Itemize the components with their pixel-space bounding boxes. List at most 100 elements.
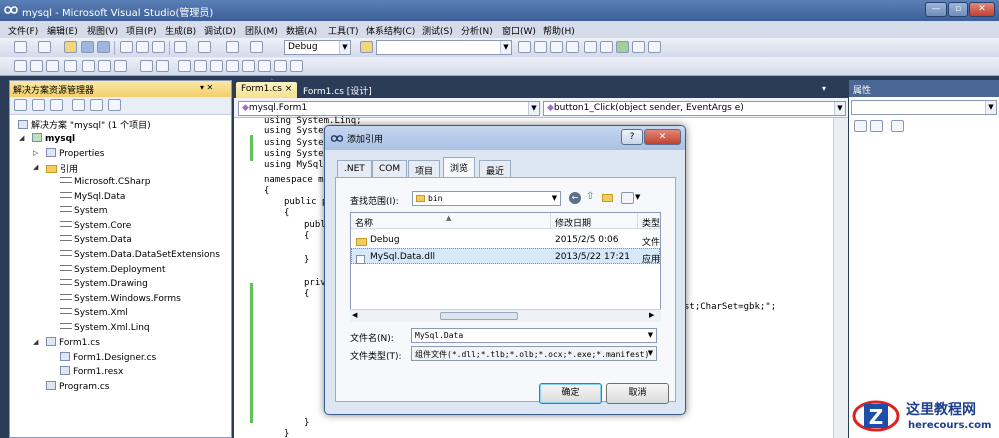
toolbar-overflow-icon[interactable]: [290, 60, 303, 72]
file-row[interactable]: Debug 2015/2/5 0:06 文件: [351, 232, 660, 248]
menu-build[interactable]: 生成(B): [165, 24, 196, 37]
tree-form-child[interactable]: Form1.Designer.cs: [60, 352, 156, 363]
property-pages-icon[interactable]: [891, 120, 904, 132]
help-button[interactable]: ?: [621, 129, 643, 145]
solution-explorer-icon[interactable]: [534, 41, 547, 53]
object-browser-icon[interactable]: [566, 41, 579, 53]
menu-project[interactable]: 项目(P): [126, 24, 156, 37]
menu-architecture[interactable]: 体系结构(C): [366, 24, 415, 37]
filename-input[interactable]: MySql.Data ▼: [411, 328, 657, 343]
tree-reference-item[interactable]: System.Xml: [60, 308, 128, 318]
class-combo[interactable]: ◆mysql.Form1 ▼: [238, 101, 540, 116]
view-menu-chevron-icon[interactable]: ▼: [635, 193, 640, 201]
categorized-icon[interactable]: [854, 120, 867, 132]
toolbox-icon[interactable]: [584, 41, 597, 53]
tree-form-child[interactable]: Form1.resx: [60, 366, 123, 377]
add-item-icon[interactable]: [38, 41, 51, 53]
menu-edit[interactable]: 编辑(E): [47, 24, 78, 37]
refresh-icon[interactable]: [50, 99, 63, 111]
copy-icon[interactable]: [136, 41, 149, 53]
save-all-icon[interactable]: [97, 41, 110, 53]
tree-references-folder[interactable]: 引用: [46, 162, 78, 175]
menu-view[interactable]: 视图(V): [87, 24, 118, 37]
solution-config-combo[interactable]: Debug ▼: [284, 40, 351, 55]
close-dialog-button[interactable]: ✕: [644, 129, 681, 145]
navigate-forward-icon[interactable]: [250, 41, 263, 53]
tree-reference-item[interactable]: System.Core: [60, 221, 131, 231]
vertical-spacing-icon[interactable]: [156, 60, 169, 72]
tree-form1[interactable]: Form1.cs: [46, 337, 100, 348]
tree-program[interactable]: Program.cs: [46, 381, 109, 392]
redo-icon[interactable]: [198, 41, 211, 53]
tab-com[interactable]: COM: [372, 160, 408, 177]
menu-help[interactable]: 帮助(H): [543, 24, 575, 37]
layout-options-icon[interactable]: [274, 60, 287, 72]
properties-icon[interactable]: [14, 99, 27, 111]
new-project-icon[interactable]: [14, 41, 27, 53]
tab-dotnet[interactable]: .NET: [337, 160, 372, 177]
view-designer-icon[interactable]: [90, 99, 103, 111]
toolbar-options-icon[interactable]: [648, 41, 661, 53]
collapsed-triangle-icon[interactable]: ▷: [33, 149, 38, 157]
command-window-icon[interactable]: [632, 41, 645, 53]
maximize-button[interactable]: ▫: [948, 2, 968, 17]
panel-pin-close-controls[interactable]: ▾ ✕: [200, 83, 213, 92]
tab-project[interactable]: 项目: [408, 160, 441, 177]
lookin-combo[interactable]: bin ▼: [412, 191, 561, 206]
menu-analyze[interactable]: 分析(N): [461, 24, 493, 37]
menu-tools[interactable]: 工具(T): [328, 24, 359, 37]
menu-test[interactable]: 测试(S): [422, 24, 453, 37]
view-code-icon[interactable]: [72, 99, 85, 111]
column-header-name[interactable]: 名称 ▲: [351, 213, 551, 229]
file-row-selected[interactable]: MySql.Data.dll 2013/5/22 17:21 应用: [351, 248, 660, 265]
member-combo[interactable]: ◆button1_Click(object sender, EventArgs …: [543, 101, 846, 116]
find-icon[interactable]: [518, 41, 531, 53]
tree-reference-item[interactable]: System.Deployment: [60, 265, 165, 275]
navigate-backward-icon[interactable]: [226, 41, 239, 53]
menu-debug[interactable]: 调试(D): [204, 24, 236, 37]
align-rights-icon[interactable]: [46, 60, 59, 72]
tree-reference-item[interactable]: System: [60, 206, 108, 216]
tab-form1-designer[interactable]: Form1.cs [设计]: [298, 82, 377, 98]
tree-reference-item[interactable]: MySql.Data: [60, 192, 125, 202]
make-same-width-icon[interactable]: [114, 60, 127, 72]
tree-project[interactable]: mysql: [32, 133, 75, 144]
horizontal-spacing-icon[interactable]: [140, 60, 153, 72]
class-diagram-icon[interactable]: [108, 99, 121, 111]
expanded-triangle-icon[interactable]: ◢: [19, 134, 24, 142]
align-lefts-icon[interactable]: [14, 60, 27, 72]
tab-recent[interactable]: 最近: [479, 160, 512, 177]
tree-reference-item[interactable]: System.Data.DataSetExtensions: [60, 250, 220, 260]
new-folder-icon[interactable]: [602, 194, 613, 202]
tab-list-chevron-icon[interactable]: ▾: [822, 84, 826, 93]
save-icon[interactable]: [81, 41, 94, 53]
tab-order-icon[interactable]: [242, 60, 255, 72]
align-middles-icon[interactable]: [82, 60, 95, 72]
undo-icon[interactable]: [174, 41, 187, 53]
expanded-triangle-icon[interactable]: ◢: [33, 163, 38, 171]
up-folder-icon[interactable]: ⇧: [586, 191, 594, 202]
ok-button[interactable]: 确定: [539, 383, 602, 404]
tree-reference-item[interactable]: Microsoft.CSharp: [60, 177, 150, 187]
tab-form1-cs[interactable]: Form1.cs ×: [236, 82, 298, 98]
cancel-button[interactable]: 取消: [606, 383, 669, 404]
paste-icon[interactable]: [152, 41, 165, 53]
center-vertically-icon[interactable]: [194, 60, 207, 72]
menu-data[interactable]: 数据(A): [286, 24, 317, 37]
align-centers-icon[interactable]: [30, 60, 43, 72]
scroll-right-icon[interactable]: ▶: [649, 311, 654, 319]
column-header-date[interactable]: 修改日期: [551, 213, 638, 229]
tree-reference-item[interactable]: System.Data: [60, 235, 132, 245]
file-list-horizontal-scrollbar[interactable]: ◀ ▶: [350, 309, 661, 322]
align-tops-icon[interactable]: [64, 60, 77, 72]
extension-manager-icon[interactable]: [616, 41, 629, 53]
lock-controls-icon[interactable]: [258, 60, 271, 72]
find-in-files-icon[interactable]: [360, 41, 373, 53]
tree-reference-item[interactable]: System.Drawing: [60, 279, 148, 289]
tree-properties[interactable]: Properties: [46, 148, 104, 159]
show-all-files-icon[interactable]: [32, 99, 45, 111]
tools-icon[interactable]: [600, 41, 613, 53]
menu-file[interactable]: 文件(F): [8, 24, 38, 37]
menu-team[interactable]: 团队(M): [245, 24, 278, 37]
properties-window-icon[interactable]: [550, 41, 563, 53]
